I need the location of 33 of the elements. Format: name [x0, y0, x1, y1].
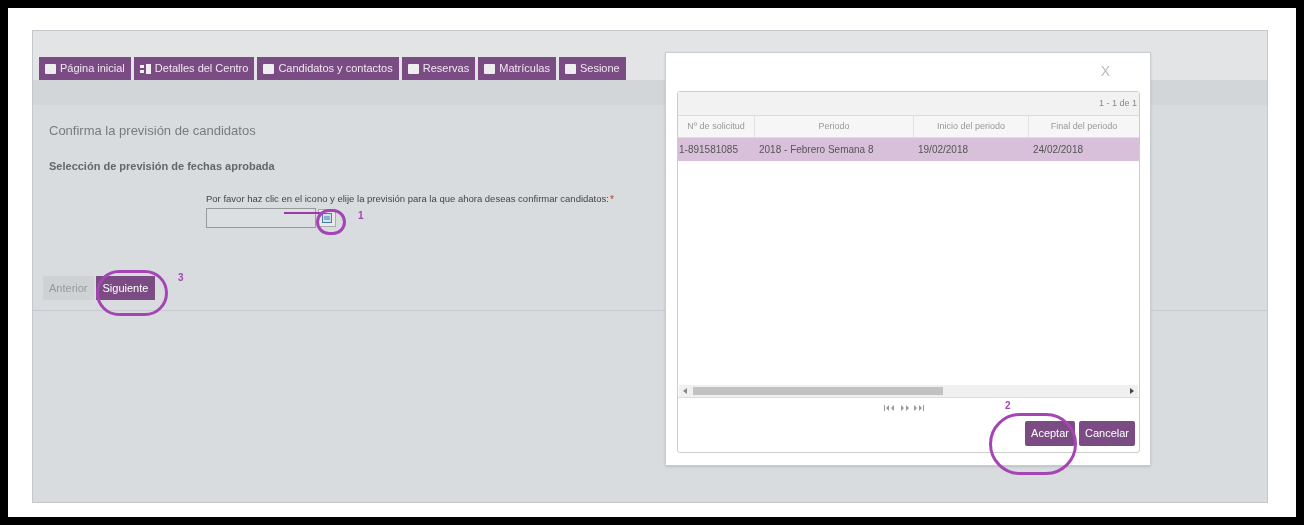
cancel-button[interactable]: Cancelar	[1078, 421, 1135, 446]
field-label: Por favor haz clic en el icono y elije la previsión para la que ahora deseas confirmar candidatos:	[206, 192, 609, 206]
accept-button[interactable]: Aceptar	[1025, 421, 1075, 446]
table-cell-text: 19/02/2018	[917, 143, 969, 157]
table-row[interactable]: 1-891581085 2018 - Febrero Semana 8 19/02/2018 24/02/2018	[678, 138, 1139, 161]
nav-tab[interactable]: Matrículas	[478, 57, 556, 80]
step-number: 2	[1005, 399, 1011, 413]
square-icon	[407, 63, 419, 74]
scroll-left-icon[interactable]	[683, 388, 687, 394]
nav-tab[interactable]: Página inicial	[39, 57, 131, 80]
horizontal-scrollbar[interactable]	[679, 385, 1138, 397]
nav-tab[interactable]: Candidatos y contactos	[257, 57, 399, 80]
step-number: 1	[358, 209, 364, 223]
square-icon	[564, 63, 576, 74]
square-icon	[263, 63, 275, 74]
square-icon	[484, 63, 496, 74]
table-cell-text: 2018 - Febrero Semana 8	[758, 143, 874, 157]
required-mark: *	[609, 193, 614, 207]
square-icon	[45, 63, 56, 74]
scroll-right-icon[interactable]	[1130, 388, 1134, 394]
table-cell-text: 1-891581085	[679, 143, 738, 157]
step-number: 3	[178, 271, 184, 285]
nav-button[interactable]: Siguiente	[95, 276, 156, 300]
table-cell-text: 24/02/2018	[1032, 143, 1084, 157]
grid-icon	[139, 63, 151, 74]
picker-field[interactable]	[206, 208, 316, 228]
form-title: Confirma la previsión de candidatos	[49, 122, 256, 140]
nav-tab[interactable]: Detalles del Centro	[133, 57, 255, 80]
record-count: 1 - 1 de 1	[1098, 96, 1137, 110]
section-heading: Selección de previsión de fechas aprobada	[49, 158, 275, 174]
calendar-icon	[322, 213, 332, 223]
nav-tab[interactable]: Sesione	[558, 57, 626, 80]
nav-tab[interactable]: Reservas	[401, 57, 476, 80]
